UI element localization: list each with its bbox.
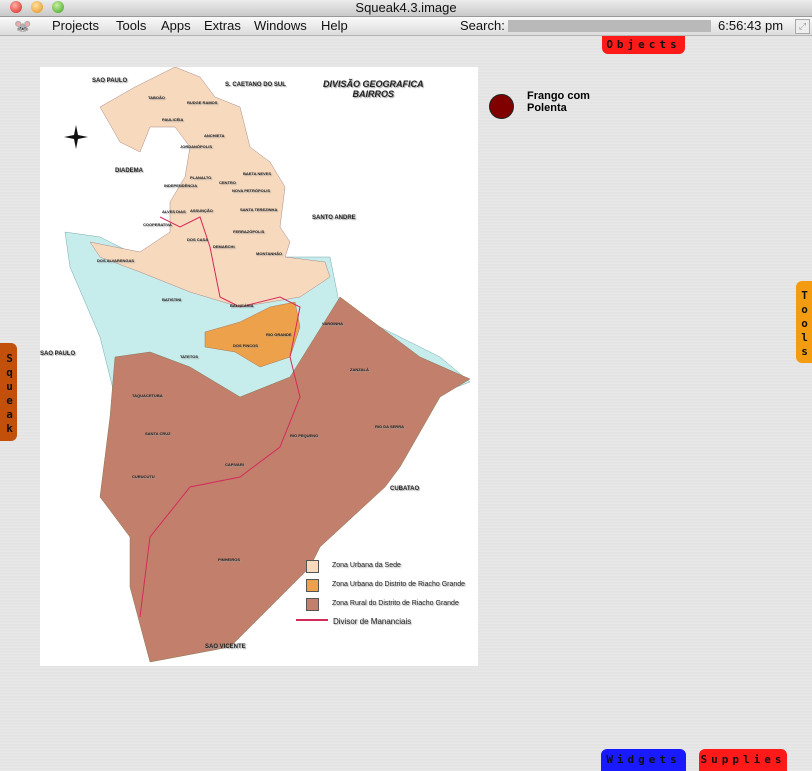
region-label: SAO PAULO [92,78,128,84]
district-label: DOS CASA [187,237,209,242]
close-button[interactable] [10,1,22,13]
squeak-logo-icon[interactable]: 🐭 [14,17,31,35]
legend-swatch-urban-riacho [306,579,319,592]
district-label: DOS FINCOS [233,343,258,348]
district-label: TATETOS [180,354,198,359]
menu-extras[interactable]: Extras [204,17,241,35]
district-label: BATISTINI [162,297,182,302]
menu-tools[interactable]: Tools [116,17,146,35]
district-label: TAQUACETUBA [132,393,163,398]
region-label: S. CAETANO DO SUL [225,82,286,88]
menu-projects[interactable]: Projects [52,17,99,35]
legend-label: Divisor de Mananciais [333,617,412,626]
district-label: SANTA CRUZ [145,431,171,436]
map-title: DIVISÃO GEOGRAFICA BAIRROS [323,79,424,99]
district-label: VARGINHA [322,321,344,326]
district-label: PAULICÉIA [162,117,184,122]
region-label: SAO PAULO [40,351,76,357]
legend-swatch-rural-riacho [306,598,319,611]
window-title: Squeak4.3.image [355,0,457,15]
district-label: ZANZALÁ [350,367,369,372]
district-label: MONTANHÃO [256,251,283,256]
menu-apps[interactable]: Apps [161,17,191,35]
region-label: SAO VICENTE [205,644,246,650]
district-label: INDEPENDÊNCIA [164,183,198,188]
district-label: JORDANÓPOLIS [180,144,213,149]
menu-help[interactable]: Help [321,17,348,35]
morph-label-line2: Polenta [527,102,567,114]
district-label: ANCHIETA [204,133,225,138]
compass-icon [64,125,88,149]
district-label: TABOÃO [148,95,166,100]
tools-flap-tab[interactable]: Tools [796,281,812,363]
map-image[interactable]: DIVISÃO GEOGRAFICA BAIRROS SAO PAULO S. C… [40,66,478,666]
morph-label-line1: Frango com [527,90,590,102]
region-label: CUBATAO [390,486,420,492]
legend-label: Zona Urbana da Sede [332,562,401,569]
legend-label: Zona Rural do Distrito de Riacho Grande [332,600,459,607]
district-label: CAPIVARI [225,462,244,467]
menu-windows[interactable]: Windows [254,17,307,35]
legend-label: Zona Urbana do Distrito de Riacho Grande [332,581,466,588]
supplies-flap-tab[interactable]: Supplies [699,749,787,771]
district-label: BALNEÁRIA [230,303,254,308]
district-label: DEMARCHI [213,244,235,249]
window-title-bar: Squeak4.3.image [0,0,812,17]
district-label: BAETA NEVES [243,171,272,176]
clock: 6:56:43 pm [718,18,784,33]
squeak-flap-tab[interactable]: Squeak [0,343,17,441]
district-label: RUDGE RAMOS [187,100,218,105]
minimize-button[interactable] [31,1,43,13]
district-label: PLANALTO [190,175,212,180]
menu-bar: 🐭 Projects Tools Apps Extras Windows Hel… [0,17,812,36]
district-label: RIO PEQUENO [290,433,319,438]
objects-flap-tab[interactable]: Objects [602,36,685,54]
search-label: Search: [460,18,505,33]
district-label: DOS ALVARENGAS [97,258,135,263]
morph-label[interactable]: Frango com Polenta [527,90,590,114]
district-label: ALVES DIAS [162,209,186,214]
district-label: NOVA PETRÓPOLIS [232,188,271,193]
ellipse-morph[interactable] [489,94,514,119]
district-label: SANTA TEREZINHA [240,207,278,212]
fullscreen-icon[interactable]: ⤢ [795,19,810,34]
district-label: COOPERATIVA [143,222,172,227]
widgets-flap-tab[interactable]: Widgets [601,749,686,771]
search-input[interactable] [508,20,711,32]
district-label: RIO GRANDE [266,332,292,337]
district-label: RIO DA SERRA [375,424,404,429]
zoom-button[interactable] [52,1,64,13]
region-label: DIADEMA [115,168,143,174]
district-label: CENTRO [219,180,236,185]
district-label: PINHEIROS [218,557,241,562]
map-shapes [64,66,471,663]
district-label: FERRAZÓPOLIS [233,229,265,234]
region-label: SANTO ANDRE [312,215,356,221]
district-label: CURUCUTU [132,474,155,479]
legend-swatch-urban-sede [306,560,319,573]
district-label: ASSUNÇÃO [190,208,213,213]
